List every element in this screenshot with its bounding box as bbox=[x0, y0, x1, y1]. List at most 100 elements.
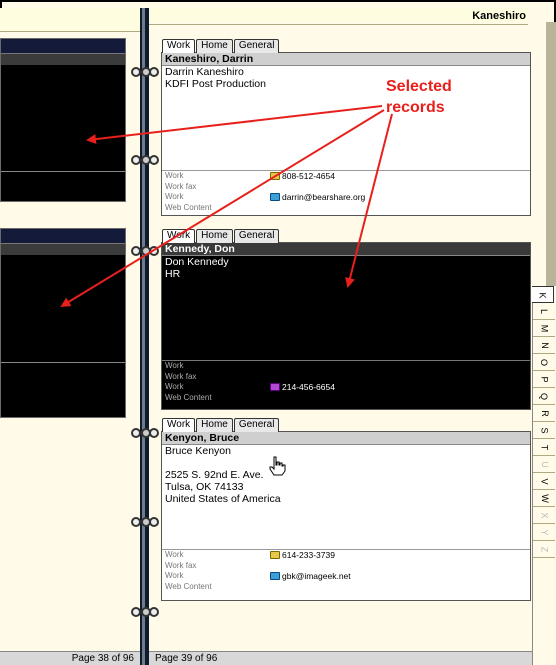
left-page-header bbox=[0, 8, 140, 32]
tab-home[interactable]: Home bbox=[196, 418, 233, 432]
field-label: Work bbox=[165, 382, 184, 391]
alpha-tab-r[interactable]: R bbox=[533, 405, 555, 422]
email-icon bbox=[270, 572, 280, 581]
alpha-tab-l[interactable]: L bbox=[533, 303, 555, 320]
alpha-tab-n[interactable]: N bbox=[533, 337, 555, 354]
alpha-tab-y[interactable]: Y bbox=[533, 524, 555, 541]
field-row: Work gbk@imageek.net bbox=[162, 571, 530, 582]
left-card-2[interactable] bbox=[0, 228, 126, 418]
contact-card-kaneshiro[interactable]: Work Home General Kaneshiro, Darrin Darr… bbox=[161, 39, 531, 216]
contact-line: Don Kennedy bbox=[165, 256, 229, 268]
left-page: Page 38 of 96 bbox=[0, 8, 140, 665]
contact-fields: Work Work fax Work 214-456-6654 Web Cont… bbox=[162, 360, 530, 403]
current-name-header: Kaneshiro bbox=[472, 10, 526, 22]
field-label: Work bbox=[165, 550, 184, 559]
alpha-tab-z[interactable]: Z bbox=[533, 541, 555, 558]
alpha-tab-w[interactable]: W bbox=[533, 490, 555, 507]
alpha-tab-label: P bbox=[539, 376, 550, 383]
contact-line: Tulsa, OK 74133 bbox=[165, 481, 244, 493]
contact-line: HR bbox=[165, 268, 181, 280]
alpha-tab-v[interactable]: V bbox=[533, 473, 555, 490]
alpha-tab-o[interactable]: O bbox=[533, 354, 555, 371]
left-card-1[interactable] bbox=[0, 38, 126, 202]
contact-title: Kaneshiro, Darrin bbox=[162, 53, 530, 66]
left-page-number: Page 38 of 96 bbox=[71, 653, 134, 664]
alpha-tab-q[interactable]: Q bbox=[533, 388, 555, 405]
contact-fields: Work 614-233-3739 Work fax Work gbk@imag… bbox=[162, 549, 530, 592]
card-tabs: Work Home General bbox=[162, 229, 280, 243]
field-value[interactable]: 808-512-4654 bbox=[282, 171, 335, 182]
alpha-tab-x[interactable]: X bbox=[533, 507, 555, 524]
alpha-tab-label: L bbox=[539, 308, 550, 315]
field-label: Web Content bbox=[165, 581, 212, 591]
field-label: Work bbox=[165, 171, 184, 180]
right-page-number: Page 39 of 96 bbox=[155, 653, 218, 664]
field-label: Web Content bbox=[165, 392, 212, 402]
field-label: Work bbox=[165, 192, 184, 201]
field-value[interactable]: 214-456-6654 bbox=[282, 382, 335, 393]
field-row: Work fax bbox=[162, 561, 530, 572]
contact-line: Bruce Kenyon bbox=[165, 445, 231, 457]
alpha-tab-label: M bbox=[539, 324, 550, 333]
alpha-tab-label: R bbox=[539, 410, 550, 417]
alpha-tab-u[interactable]: U bbox=[533, 456, 555, 473]
alpha-tab-label: Y bbox=[539, 529, 550, 536]
tab-home[interactable]: Home bbox=[196, 229, 233, 243]
alpha-tab-label: N bbox=[539, 342, 550, 349]
field-row: Work darrin@bearshare.org bbox=[162, 192, 530, 203]
binder-spine bbox=[140, 8, 149, 665]
contact-fields: Work 808-512-4654 Work fax Work darrin@b… bbox=[162, 170, 530, 213]
field-label: Web Content bbox=[165, 202, 212, 212]
binder-ring-icon bbox=[131, 245, 159, 257]
contact-title: Kennedy, Don bbox=[162, 243, 530, 256]
alpha-tab-label: K bbox=[537, 292, 548, 299]
left-card-1-title bbox=[1, 53, 125, 65]
alphabet-index: K L M N O P Q R S T U V W X Y Z bbox=[532, 286, 556, 665]
contact-card-kenyon[interactable]: Work Home General Kenyon, Bruce Bruce Ke… bbox=[161, 418, 531, 601]
alpha-tab-label: X bbox=[539, 512, 550, 519]
phone-icon bbox=[270, 551, 280, 560]
field-value[interactable]: 614-233-3739 bbox=[282, 550, 335, 561]
email-icon bbox=[270, 193, 280, 202]
alpha-tab-p[interactable]: P bbox=[533, 371, 555, 388]
left-card-2-header bbox=[1, 229, 125, 243]
field-row: Work fax bbox=[162, 372, 530, 383]
field-value[interactable]: gbk@imageek.net bbox=[282, 571, 351, 582]
field-row: Web Content bbox=[162, 582, 530, 593]
contact-line: Darrin Kaneshiro bbox=[165, 66, 244, 78]
field-row: Work 808-512-4654 bbox=[162, 171, 530, 182]
contact-title: Kenyon, Bruce bbox=[162, 432, 530, 445]
alpha-tab-m[interactable]: M bbox=[533, 320, 555, 337]
card-tabs: Work Home General bbox=[162, 39, 280, 53]
card-tabs: Work Home General bbox=[162, 418, 280, 432]
alpha-tab-label: Q bbox=[539, 392, 550, 401]
binder-ring-icon bbox=[131, 516, 159, 528]
alpha-tab-s[interactable]: S bbox=[533, 422, 555, 439]
field-row: Work 614-233-3739 bbox=[162, 550, 530, 561]
left-page-footer: Page 38 of 96 bbox=[0, 651, 140, 665]
left-card-2-divider bbox=[1, 362, 125, 363]
alpha-tab-k[interactable]: K bbox=[532, 286, 554, 303]
field-label: Work fax bbox=[165, 371, 197, 381]
contact-line: KDFI Post Production bbox=[165, 78, 266, 90]
binder-ring-icon bbox=[131, 606, 159, 618]
alpha-tab-label: V bbox=[539, 478, 550, 485]
tab-general[interactable]: General bbox=[233, 418, 280, 432]
annotation-label: Selected records bbox=[386, 76, 452, 118]
tab-work[interactable]: Work bbox=[162, 418, 196, 432]
tab-general[interactable]: General bbox=[233, 39, 280, 53]
left-card-1-divider bbox=[1, 171, 125, 172]
tab-general[interactable]: General bbox=[233, 229, 280, 243]
annotation-line2: records bbox=[386, 99, 445, 116]
tab-home[interactable]: Home bbox=[196, 39, 233, 53]
alpha-tab-label: U bbox=[539, 461, 550, 468]
binder-ring-icon bbox=[131, 154, 159, 166]
field-value[interactable]: darrin@bearshare.org bbox=[282, 192, 365, 203]
alpha-tab-t[interactable]: T bbox=[533, 439, 555, 456]
hand-cursor-icon bbox=[269, 456, 286, 476]
field-label: Work fax bbox=[165, 181, 197, 191]
tab-work[interactable]: Work bbox=[162, 39, 196, 53]
contact-card-kennedy[interactable]: Work Home General Kennedy, Don Don Kenne… bbox=[161, 229, 531, 410]
tab-work[interactable]: Work bbox=[162, 229, 196, 243]
contact-line: United States of America bbox=[165, 493, 281, 505]
